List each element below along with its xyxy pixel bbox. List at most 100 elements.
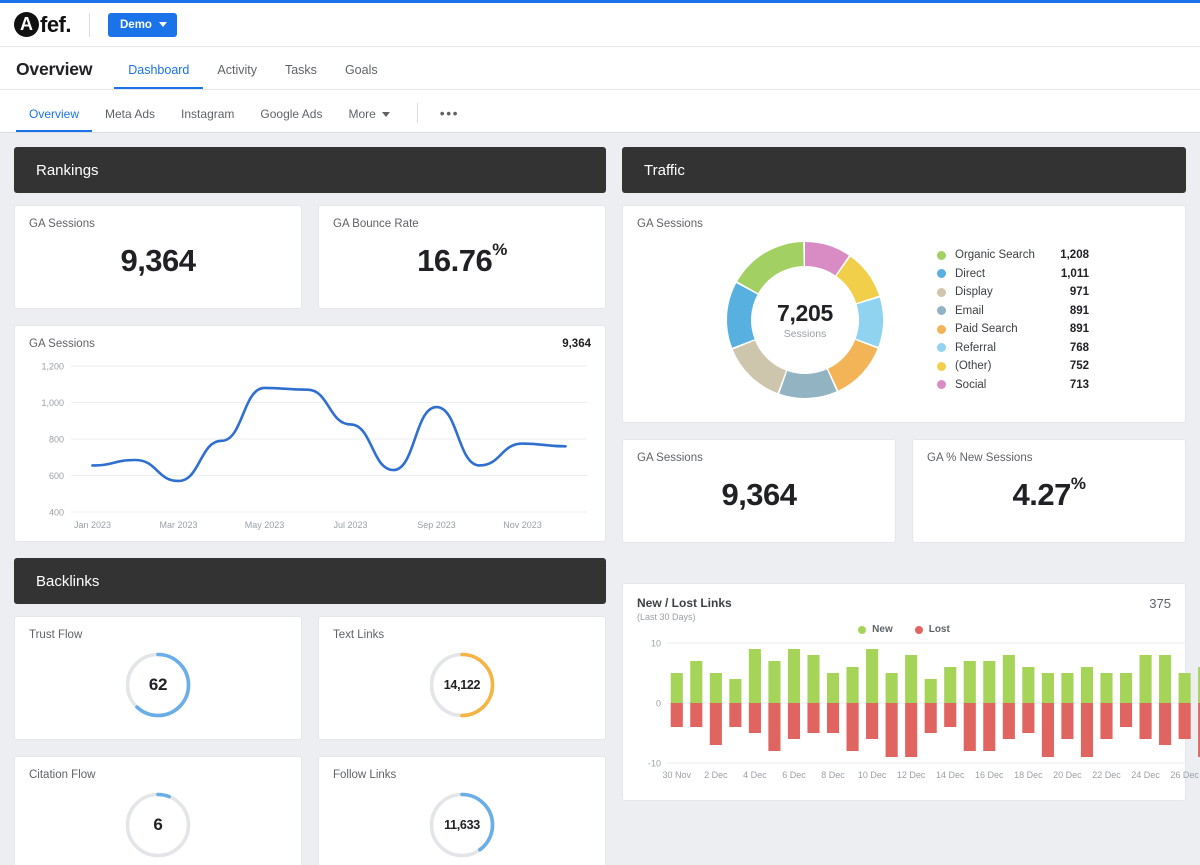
legend-item[interactable]: Paid Search 891	[937, 323, 1089, 335]
overflow-menu-button[interactable]: •••	[430, 106, 469, 132]
legend-color-swatch	[937, 343, 946, 353]
line-chart-header: GA Sessions 9,364	[29, 338, 591, 352]
bar-chart-legend: New Lost	[637, 624, 1171, 635]
svg-text:18 Dec: 18 Dec	[1014, 770, 1043, 780]
tab-dashboard[interactable]: Dashboard	[114, 63, 204, 89]
subtab-overview[interactable]: Overview	[16, 108, 93, 132]
bar-chart-titles: New / Lost Links (Last 30 Days)	[637, 596, 732, 622]
legend-color-swatch	[937, 361, 946, 371]
legend-color-swatch	[937, 269, 946, 279]
bar-chart-header: New / Lost Links (Last 30 Days) 375	[637, 596, 1171, 622]
right-column: Traffic GA Sessions 7,205 Sessions Organ…	[622, 147, 1200, 865]
gauge-area: 6	[29, 783, 287, 865]
subtab-more-label: More	[348, 107, 376, 121]
card-text-links[interactable]: Text Links 14,122	[318, 616, 606, 740]
legend-item[interactable]: Email 891	[937, 305, 1089, 317]
gauge-text-links: 14,122	[426, 649, 498, 721]
tab-goals[interactable]: Goals	[331, 63, 392, 90]
tab-activity[interactable]: Activity	[203, 63, 271, 90]
subtab-google-ads[interactable]: Google Ads	[247, 108, 335, 132]
svg-text:16 Dec: 16 Dec	[975, 770, 1004, 780]
legend-item[interactable]: Social 713	[937, 379, 1089, 391]
legend-item[interactable]: Direct 1,011	[937, 268, 1089, 280]
stat-number: 9,364	[120, 242, 196, 278]
svg-text:22 Dec: 22 Dec	[1092, 770, 1121, 780]
account-selector-label: Demo	[120, 18, 152, 31]
chevron-down-icon	[381, 111, 390, 117]
gauge-area: 11,633	[333, 783, 591, 865]
legend-value: 891	[1069, 323, 1089, 336]
bar-chart-svg: -10 0 10 30 Nov 2 Dec 4 Dec 6 Dec 8 Dec 10 Dec 12…	[648, 639, 1200, 780]
donut-chart: 7,205 Sessions	[719, 234, 891, 406]
legend-label: Email	[955, 304, 984, 317]
card-label: GA Bounce Rate	[333, 218, 419, 230]
donut-chart-svg	[727, 241, 883, 398]
card-traffic-ga-sessions[interactable]: GA Sessions 9,364	[622, 439, 896, 543]
app-logo[interactable]: A fef.	[14, 12, 72, 38]
subtab-instagram[interactable]: Instagram	[168, 108, 247, 132]
legend-item[interactable]: Organic Search 1,208	[937, 249, 1089, 261]
svg-text:4 Dec: 4 Dec	[743, 770, 767, 780]
section-header-backlinks: Backlinks	[14, 558, 606, 604]
legend-label: New	[872, 624, 893, 635]
svg-text:8 Dec: 8 Dec	[821, 770, 845, 780]
donut-legend: Organic Search 1,208 Direct 1,011 Display 971…	[937, 249, 1089, 391]
subtab-meta-ads[interactable]: Meta Ads	[92, 108, 168, 132]
svg-text:20 Dec: 20 Dec	[1053, 770, 1082, 780]
legend-label: Display	[955, 286, 993, 299]
card-follow-links[interactable]: Follow Links 11,633	[318, 756, 606, 865]
stat-suffix: %	[492, 239, 507, 259]
line-chart-total: 9,364	[562, 338, 591, 350]
left-column: Rankings GA Sessions 9,364 GA Bounce Rat…	[14, 147, 606, 865]
card-label: GA Sessions	[637, 452, 703, 464]
page-title: Overview	[16, 59, 93, 79]
stat-number: 4.27	[1012, 476, 1072, 512]
line-chart-title: GA Sessions	[29, 338, 95, 350]
legend-item[interactable]: Referral 768	[937, 342, 1089, 354]
card-citation-flow[interactable]: Citation Flow 6	[14, 756, 302, 865]
card-value: 9,364	[29, 232, 287, 296]
card-value: 16.76%	[333, 232, 591, 296]
bar-legend-item[interactable]: Lost	[914, 624, 950, 635]
legend-color-swatch	[937, 380, 946, 390]
card-traffic-donut[interactable]: GA Sessions 7,205 Sessions Organic Searc…	[622, 205, 1186, 423]
legend-item[interactable]: (Other) 752	[937, 360, 1089, 372]
section-header-rankings: Rankings	[14, 147, 606, 193]
svg-text:800: 800	[49, 434, 64, 444]
legend-color-swatch	[937, 306, 946, 316]
legend-value: 768	[1069, 341, 1089, 354]
svg-text:1,000: 1,000	[41, 398, 64, 408]
line-chart-body: 400 600 800 1,000 1,200 Jan 2023 Mar 2023 May 2…	[29, 358, 591, 536]
card-ga-new-sessions[interactable]: GA % New Sessions 4.27%	[912, 439, 1186, 543]
legend-value: 891	[1069, 304, 1089, 317]
tab-tasks[interactable]: Tasks	[271, 63, 331, 90]
svg-text:Mar 2023: Mar 2023	[159, 520, 197, 530]
stat-number: 9,364	[721, 476, 797, 512]
card-new-lost-links[interactable]: New / Lost Links (Last 30 Days) 375 New L…	[622, 583, 1200, 801]
svg-text:Jul 2023: Jul 2023	[333, 520, 367, 530]
card-ga-sessions-trend[interactable]: GA Sessions 9,364 400 600 800 1,000 1,200 Jan…	[14, 325, 606, 542]
rankings-stat-row: GA Sessions 9,364 GA Bounce Rate 16.76%	[14, 205, 606, 309]
legend-value: 713	[1069, 378, 1089, 391]
card-ga-bounce-rate[interactable]: GA Bounce Rate 16.76%	[318, 205, 606, 309]
svg-text:600: 600	[49, 471, 64, 481]
svg-text:Jan 2023: Jan 2023	[74, 520, 111, 530]
account-selector-button[interactable]: Demo	[108, 12, 177, 37]
svg-text:12 Dec: 12 Dec	[897, 770, 926, 780]
card-trust-flow[interactable]: Trust Flow 62	[14, 616, 302, 740]
svg-text:0: 0	[656, 699, 661, 709]
gauge-value: 11,633	[444, 817, 480, 832]
card-ga-sessions[interactable]: GA Sessions 9,364	[14, 205, 302, 309]
secondary-nav: Overview Meta Ads Instagram Google Ads M…	[0, 90, 1200, 133]
traffic-stat-row: GA Sessions 9,364 GA % New Sessions 4.27…	[622, 439, 1186, 543]
svg-text:6 Dec: 6 Dec	[782, 770, 806, 780]
gauge-area: 62	[29, 643, 287, 727]
dashboard-board: Rankings GA Sessions 9,364 GA Bounce Rat…	[0, 133, 1200, 865]
bar-legend-item[interactable]: New	[858, 624, 893, 635]
legend-item[interactable]: Display 971	[937, 286, 1089, 298]
gauge-citation-flow: 6	[122, 789, 194, 861]
subtab-more[interactable]: More	[335, 108, 402, 132]
line-chart-svg: 400 600 800 1,000 1,200 Jan 2023 Mar 2023 May 2…	[41, 361, 587, 530]
svg-text:400: 400	[49, 507, 64, 517]
card-label: GA Sessions	[637, 218, 703, 230]
